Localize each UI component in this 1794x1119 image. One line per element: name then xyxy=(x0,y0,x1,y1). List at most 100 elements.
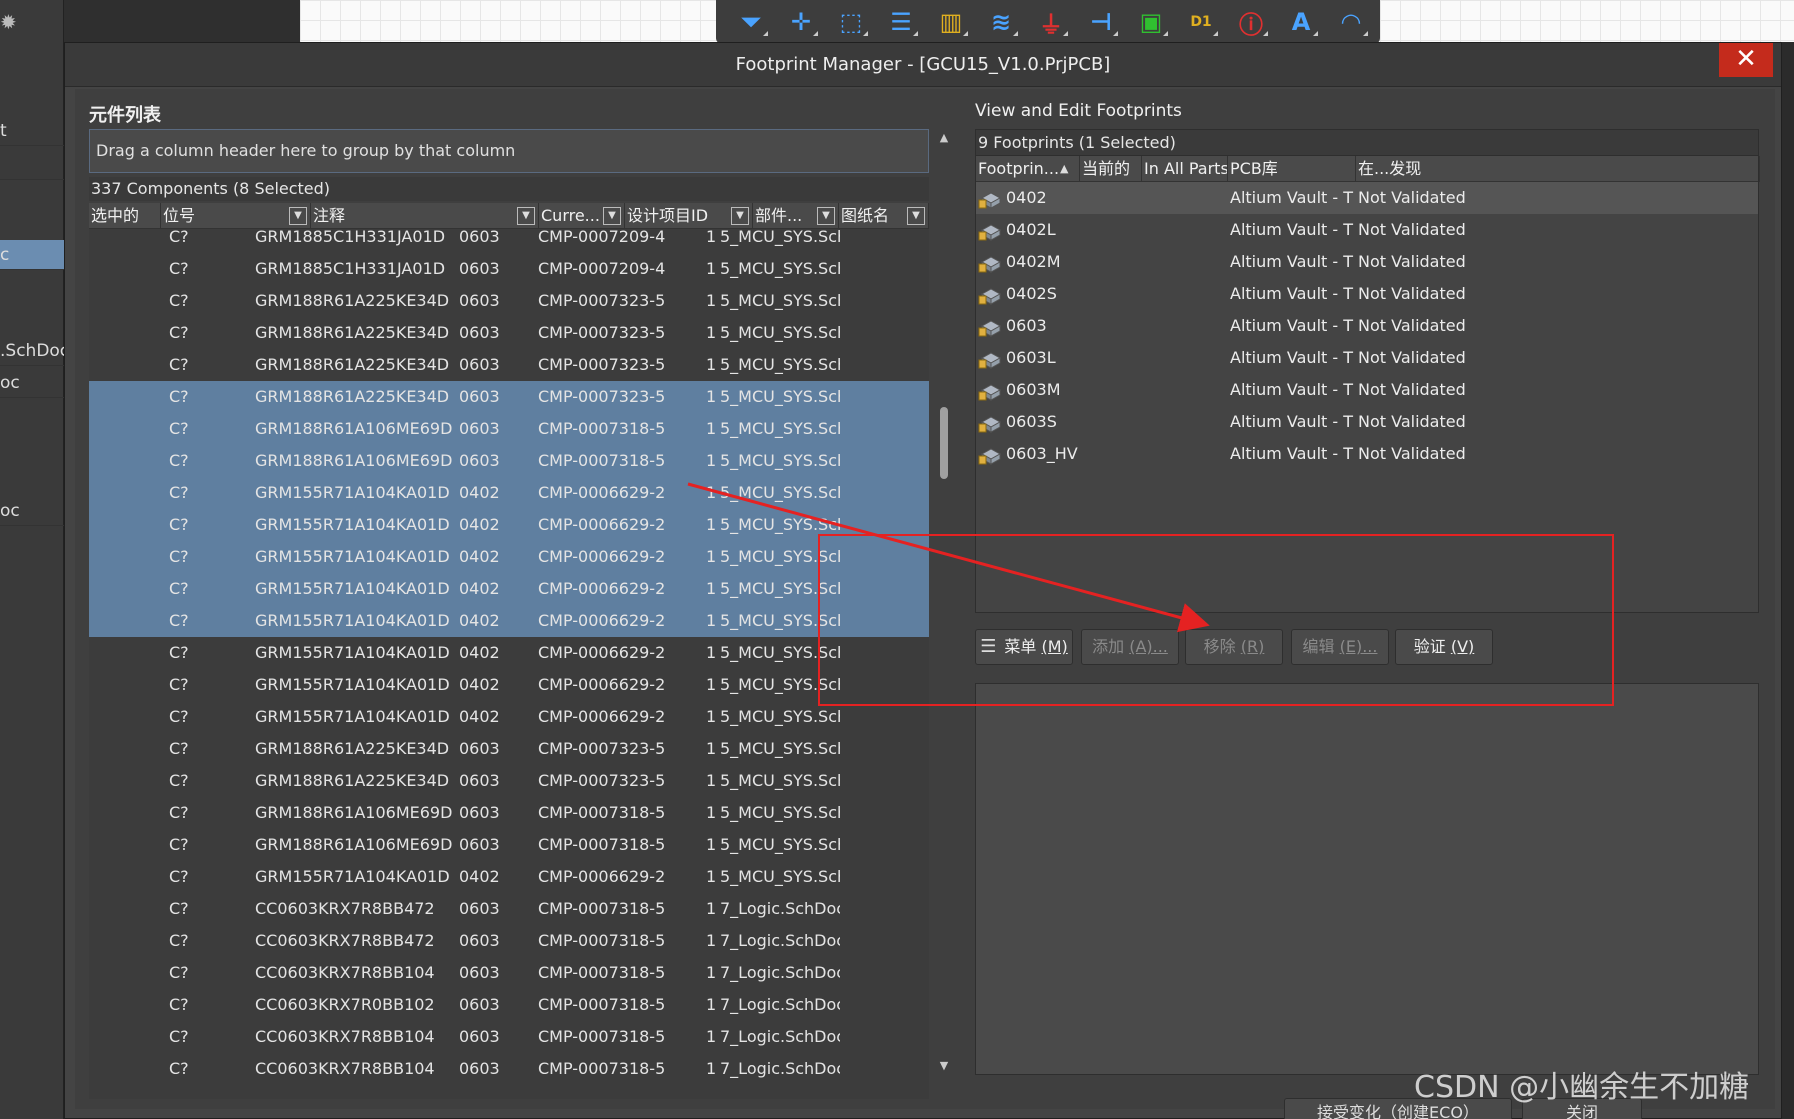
table-row[interactable]: C? CC0603KRX7R8BB104 0603 CMP-0007318-5 1 7_L… xyxy=(89,1021,929,1053)
column-filter-icon[interactable]: ▼ xyxy=(731,207,749,225)
footprint-row[interactable]: 0402M Altium Vault - TI Not Validated xyxy=(976,246,1758,278)
table-row[interactable]: C? GRM155R71A104KA01D 0402 CMP-0006629-2 1 5_… xyxy=(89,669,929,701)
table-row[interactable]: C? CC0603KRX7R8BB472 0603 CMP-0007318-5 1 7_L… xyxy=(89,893,929,925)
footprint-row[interactable]: 0402 Altium Vault - TI Not Validated xyxy=(976,182,1758,214)
cell-sheet: 5_MCU_SYS.SchDoc xyxy=(720,229,840,246)
net-label-icon[interactable]: ⊣ xyxy=(1076,2,1126,42)
cell-sheet: 5_MCU_SYS.SchDoc xyxy=(720,675,840,694)
table-row[interactable]: C? GRM188R61A225KE34D 0603 CMP-0007323-5 1 5_… xyxy=(89,317,929,349)
column-filter-icon[interactable]: ▼ xyxy=(289,207,307,225)
table-row[interactable]: C? GRM155R71A104KA01D 0402 CMP-0006629-2 1 5_… xyxy=(89,573,929,605)
table-row[interactable]: C? GRM188R61A106ME69D 0603 CMP-0007318-5 1 5_… xyxy=(89,413,929,445)
component-list-scrollbar[interactable]: ▲ ▼ xyxy=(935,129,953,1075)
table-row[interactable]: C? GRM188R61A225KE34D 0603 CMP-0007323-5 1 5_… xyxy=(89,381,929,413)
footprint-library: Altium Vault - TI xyxy=(1230,188,1354,207)
table-row[interactable]: C? GRM155R71A104KA01D 0402 CMP-0006629-2 1 5_… xyxy=(89,477,929,509)
table-row[interactable]: C? GRM155R71A104KA01D 0402 CMP-0006629-2 1 5_… xyxy=(89,701,929,733)
cell-id: CMP-0006629-2 xyxy=(538,547,666,566)
select-rect-icon[interactable]: ⬚ xyxy=(826,2,876,42)
table-row[interactable]: C? GRM155R71A104KA01D 0402 CMP-0006629-2 1 5_… xyxy=(89,541,929,573)
group-by-area[interactable]: Drag a column header here to group by th… xyxy=(89,129,929,173)
cell-des: C? xyxy=(169,483,189,502)
cell-cur: 0603 xyxy=(459,963,500,982)
remove-button[interactable]: 移除 (R) xyxy=(1185,629,1283,665)
fp-column-header-pcb-lib[interactable]: PCB库 xyxy=(1228,156,1356,182)
cell-part: 1 xyxy=(706,323,717,342)
designator-icon[interactable]: D1 xyxy=(1176,2,1226,42)
footprint-row[interactable]: 0603L Altium Vault - TI Not Validated xyxy=(976,342,1758,374)
scrollbar-thumb[interactable] xyxy=(940,407,948,479)
cell-id: CMP-0007323-5 xyxy=(538,739,666,758)
footprint-found-in: Not Validated xyxy=(1358,252,1466,271)
cell-part: 1 xyxy=(706,899,717,918)
validate-button[interactable]: 验证 (V) xyxy=(1395,629,1493,665)
cell-sheet: 5_MCU_SYS.SchDoc xyxy=(720,355,840,374)
column-header-comment[interactable]: 注释 xyxy=(311,203,539,229)
footprint-row[interactable]: 0603S Altium Vault - TI Not Validated xyxy=(976,406,1758,438)
cell-id: CMP-0006629-2 xyxy=(538,579,666,598)
table-row[interactable]: C? GRM155R71A104KA01D 0402 CMP-0006629-2 1 5_… xyxy=(89,509,929,541)
table-row[interactable]: C? CC0603KRX7R8BB104 0603 CMP-0007318-5 1 7_L… xyxy=(89,957,929,989)
footprint-row[interactable]: 0603 Altium Vault - TI Not Validated xyxy=(976,310,1758,342)
column-filter-icon[interactable]: ▼ xyxy=(517,207,535,225)
menu-button[interactable]: ☰ 菜单 (M) xyxy=(975,629,1073,665)
cell-sheet: 5_MCU_SYS.SchDoc xyxy=(720,515,840,534)
table-row[interactable]: C? GRM1885C1H331JA01D 0603 CMP-0007209-4 1 5_… xyxy=(89,229,929,253)
cell-cur: 0603 xyxy=(459,995,500,1014)
table-row[interactable]: C? GRM188R61A225KE34D 0603 CMP-0007323-5 1 5_… xyxy=(89,285,929,317)
table-row[interactable]: C? CC0603KRX7R0BB102 0603 CMP-0007318-5 1 7_L… xyxy=(89,989,929,1021)
align-icon[interactable]: ☰ xyxy=(876,2,926,42)
cell-comment: GRM188R61A106ME69D xyxy=(255,451,453,470)
footprint-row[interactable]: 0603_HV Altium Vault - TI Not Validated xyxy=(976,438,1758,470)
fp-column-header-found-in[interactable]: 在...发现 xyxy=(1356,156,1760,182)
edit-button-shortcut: (E)... xyxy=(1339,637,1378,656)
cell-part: 1 xyxy=(706,259,717,278)
footprint-row[interactable]: 0402L Altium Vault - TI Not Validated xyxy=(976,214,1758,246)
table-row[interactable]: C? GRM188R61A106ME69D 0603 CMP-0007318-5 1 5_… xyxy=(89,829,929,861)
fp-column-header-all-parts[interactable]: In All Parts xyxy=(1142,156,1228,182)
scroll-up-icon[interactable]: ▲ xyxy=(937,131,951,145)
add-button[interactable]: 添加 (A)... xyxy=(1081,629,1179,665)
cell-cur: 0603 xyxy=(459,739,500,758)
footprint-package-icon xyxy=(978,220,1004,242)
cell-id: CMP-0006629-2 xyxy=(538,643,666,662)
column-filter-icon[interactable]: ▼ xyxy=(817,207,835,225)
edit-button[interactable]: 编辑 (E)... xyxy=(1291,629,1389,665)
table-row[interactable]: C? GRM188R61A106ME69D 0603 CMP-0007318-5 1 5_… xyxy=(89,797,929,829)
power-gnd-icon[interactable]: ⏚ xyxy=(1026,2,1076,42)
table-row[interactable]: C? GRM155R71A104KA01D 0402 CMP-0006629-2 1 5_… xyxy=(89,861,929,893)
table-row[interactable]: C? GRM1885C1H331JA01D 0603 CMP-0007209-4 1 5_… xyxy=(89,253,929,285)
table-row[interactable]: C? GRM155R71A104KA01D 0402 CMP-0006629-2 1 5_… xyxy=(89,637,929,669)
bus-icon[interactable]: ≋ xyxy=(976,2,1026,42)
info-icon[interactable]: ⓘ xyxy=(1226,2,1276,42)
footprint-row[interactable]: 0603M Altium Vault - TI Not Validated xyxy=(976,374,1758,406)
remove-button-label: 移除 xyxy=(1203,637,1241,656)
component-icon[interactable]: ▥ xyxy=(926,2,976,42)
table-row[interactable]: C? CC0603KRX7R8BB104 0603 CMP-0007318-5 1 7_L… xyxy=(89,1053,929,1085)
table-row[interactable]: C? GRM155R71A104KA01D 0402 CMP-0006629-2 1 5_… xyxy=(89,605,929,637)
cell-des: C? xyxy=(169,419,189,438)
fp-column-header-current[interactable]: 当前的 xyxy=(1080,156,1142,182)
column-filter-icon[interactable]: ▼ xyxy=(907,207,925,225)
table-row[interactable]: C? GRM188R61A225KE34D 0603 CMP-0007323-5 1 5_… xyxy=(89,733,929,765)
filter-icon[interactable]: ⏷ xyxy=(726,2,776,42)
table-row[interactable]: C? CC0603KRX7R8BB472 0603 CMP-0007318-5 1 7_L… xyxy=(89,925,929,957)
cell-sheet: 7_Logic.SchDoc xyxy=(720,931,840,950)
cell-sheet: 5_MCU_SYS.SchDoc xyxy=(720,451,840,470)
close-button[interactable]: ✕ xyxy=(1719,43,1773,77)
arc-icon[interactable]: ◠ xyxy=(1326,2,1376,42)
table-row[interactable]: C? GRM188R61A106ME69D 0603 CMP-0007318-5 1 5_… xyxy=(89,445,929,477)
cell-part: 1 xyxy=(706,387,717,406)
scroll-down-icon[interactable]: ▼ xyxy=(937,1059,951,1073)
harness-icon[interactable]: ▣ xyxy=(1126,2,1176,42)
text-icon[interactable]: A xyxy=(1276,2,1326,42)
cell-sheet: 5_MCU_SYS.SchDoc xyxy=(720,387,840,406)
table-row[interactable]: C? GRM188R61A225KE34D 0603 CMP-0007323-5 1 5_… xyxy=(89,765,929,797)
cell-id: CMP-0007318-5 xyxy=(538,1027,666,1046)
crosshair-icon[interactable]: ✛ xyxy=(776,2,826,42)
cell-id: CMP-0007318-5 xyxy=(538,419,666,438)
column-header-sel[interactable]: 选中的 xyxy=(89,203,161,229)
table-row[interactable]: C? GRM188R61A225KE34D 0603 CMP-0007323-5 1 5_… xyxy=(89,349,929,381)
column-filter-icon[interactable]: ▼ xyxy=(603,207,621,225)
footprint-row[interactable]: 0402S Altium Vault - TI Not Validated xyxy=(976,278,1758,310)
